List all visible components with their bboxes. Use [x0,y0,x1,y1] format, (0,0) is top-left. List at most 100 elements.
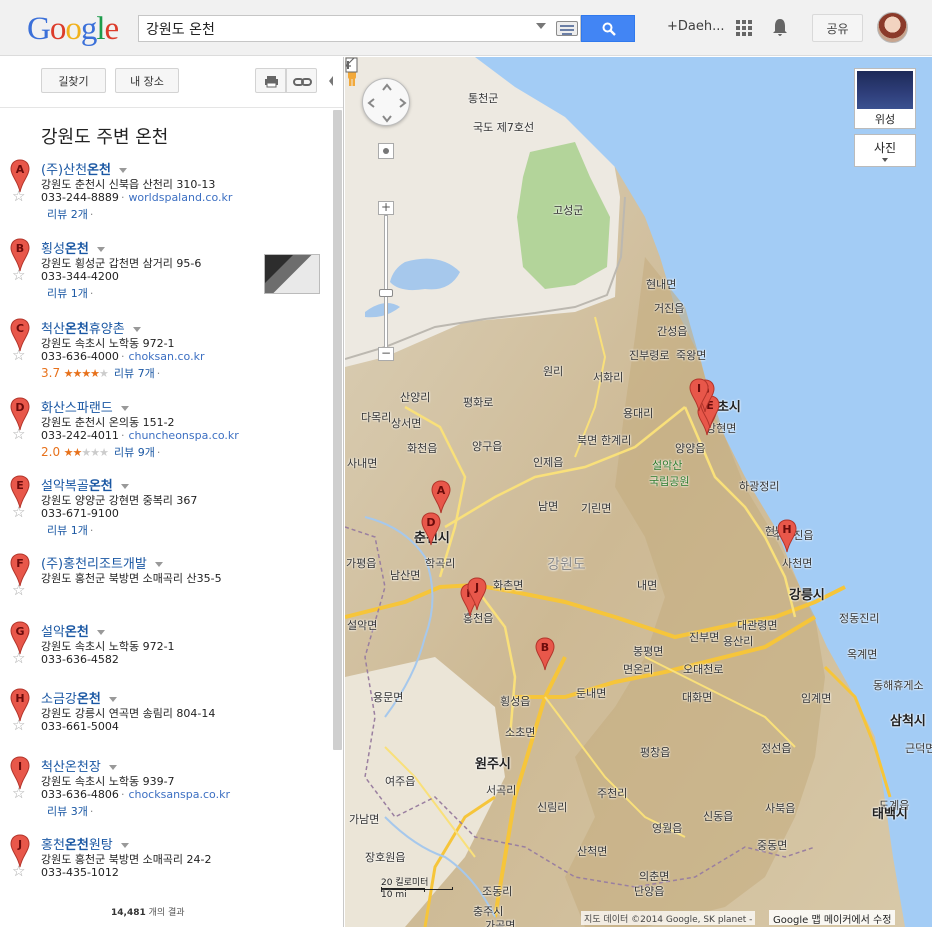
link-button[interactable] [286,68,317,93]
map-place-label: 국립공원 [649,475,690,488]
result-website-link[interactable]: choksan.co.kr [128,350,204,363]
result-website-link[interactable]: chocksanspa.co.kr [128,788,230,801]
star-outline-icon[interactable]: ☆ [12,583,25,598]
apps-grid-icon[interactable] [736,20,752,36]
map-attribution: 지도 데이터 ©2014 Google, SK planet - [581,911,756,925]
marker-letter: B [16,242,24,255]
result-contact-line: 033-636-4000 · choksan.co.kr [41,350,204,363]
search-icon [602,22,616,36]
expand-corner-icon[interactable] [345,57,355,67]
user-name-link[interactable]: +Daeh... [667,19,725,34]
map-place-label: 오대천로 [683,663,724,676]
search-button[interactable] [581,15,635,42]
chevron-down-icon[interactable] [118,168,127,173]
map-place-label: 인제읍 [533,456,564,469]
result-reviews-link[interactable]: 리뷰 2개 [47,208,88,221]
search-input[interactable] [139,16,534,41]
result-contact-line: 033-661-5004 [41,720,119,733]
zoom-track[interactable] [384,215,388,349]
map-place-label: 현내면 [646,278,677,291]
star-outline-icon[interactable]: ☆ [12,268,25,283]
chevron-down-icon[interactable] [154,562,163,567]
result-reviews-link[interactable]: 리뷰 1개 [47,524,88,537]
google-logo[interactable]: Google [27,11,119,47]
chevron-down-icon[interactable] [96,247,105,252]
logo-letter: o [49,11,66,47]
map-canvas[interactable]: 통천군 국도 제7호선 고성군 현내면 거진읍 간성읍 진부령로 죽왕면 서화리 원리 산양리 평화로… [345,57,932,927]
map-place-label: 옥계면 [847,648,878,661]
map-place-label: 사북읍 [765,802,796,815]
rating-stars-icon: ★★★★★ [63,446,109,459]
map-result-pin[interactable]: I [689,378,709,412]
chevron-down-icon[interactable] [120,843,129,848]
map-place-label: 강원도 [547,557,586,573]
chevron-down-icon[interactable] [120,406,129,411]
map-place-label: 영월읍 [652,822,683,835]
map-place-label: 단양읍 [634,885,665,898]
result-phone: 033-242-4011 [41,429,119,442]
chevron-down-icon[interactable] [96,630,105,635]
map-result-pin[interactable]: D [421,512,441,546]
separator-dot: · [120,191,125,204]
marker-letter: I [18,760,22,773]
map-place-label: 용산리 [723,635,754,648]
report-map-error-link[interactable]: Google 맵 메이커에서 수정 [769,910,896,926]
result-contact-line: 033-344-4200 [41,270,119,283]
result-website-link[interactable]: worldspaland.co.kr [128,191,232,204]
print-button[interactable] [255,68,286,93]
star-outline-icon[interactable]: ☆ [12,189,25,204]
map-result-pin[interactable]: A [431,480,451,514]
search-history-dropdown-icon[interactable] [536,23,546,29]
map-result-pin[interactable]: B [535,637,555,671]
notification-bell-icon[interactable] [771,18,789,38]
chevron-down-icon[interactable] [108,765,117,770]
result-phone: 033-344-4200 [41,270,119,283]
share-button[interactable]: 공유 [812,14,863,42]
result-reviews-link[interactable]: 리뷰 1개 [47,287,88,300]
separator-dot: · [89,287,94,300]
chevron-down-icon[interactable] [132,327,141,332]
star-outline-icon[interactable]: ☆ [12,864,25,879]
user-avatar[interactable] [877,12,908,43]
separator-dot: · [120,350,125,363]
result-reviews-link[interactable]: 리뷰 7개 [114,367,155,380]
collapse-panel-icon[interactable] [329,76,333,86]
result-photo-thumbnail[interactable] [264,254,320,294]
map-result-pin[interactable]: J [467,577,487,611]
map-place-label: 원주시 [475,757,511,772]
star-outline-icon[interactable]: ☆ [12,348,25,363]
map-place-label: 용문면 [373,691,404,704]
result-phone: 033-636-4000 [41,350,119,363]
result-reviews-link[interactable]: 리뷰 9개 [114,446,155,459]
zoom-in-button[interactable]: + [378,201,394,215]
my-places-button[interactable]: 내 장소 [115,68,179,93]
map-place-label: 면온리 [623,663,654,676]
chevron-down-icon[interactable] [120,484,129,489]
chevron-down-icon[interactable] [108,697,117,702]
separator-dot: · [120,788,125,801]
panel-scrollbar[interactable] [333,110,342,750]
zoom-slider-thumb[interactable] [379,289,393,297]
pan-control[interactable] [362,78,410,126]
satellite-toggle[interactable]: 위성 [854,68,916,129]
photos-button[interactable]: 사진 [854,134,916,167]
map-place-label: 중동면 [757,839,788,852]
map-result-pin[interactable]: H [777,519,797,553]
zoom-out-button[interactable]: − [378,347,394,361]
pin-letter: J [474,581,479,594]
result-address: 강원도 속초시 노학동 939-7 [41,775,175,788]
map-place-label: 대화면 [682,691,713,704]
result-reviews-link[interactable]: 리뷰 3개 [47,805,88,818]
keyboard-icon[interactable] [556,21,578,36]
result-address: 강원도 춘천시 온의동 151-2 [41,416,175,429]
star-outline-icon[interactable]: ☆ [12,427,25,442]
star-outline-icon[interactable]: ☆ [12,718,25,733]
star-outline-icon[interactable]: ☆ [12,505,25,520]
star-outline-icon[interactable]: ☆ [12,786,25,801]
zoom-to-location-button[interactable] [378,143,394,159]
directions-button[interactable]: 길찾기 [41,68,106,93]
result-website-link[interactable]: chuncheonspa.co.kr [128,429,238,442]
result-contact-line: 033-435-1012 [41,866,119,879]
map-place-label: 정선읍 [761,742,792,755]
star-outline-icon[interactable]: ☆ [12,651,25,666]
